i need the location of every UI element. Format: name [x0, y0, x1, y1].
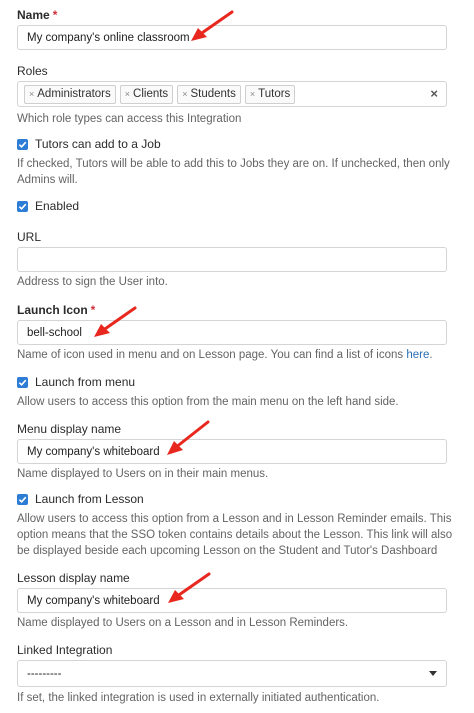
required-marker: *	[52, 8, 58, 22]
launch-menu-help: Allow users to access this option from t…	[17, 396, 399, 408]
clear-all-icon[interactable]: ×	[430, 86, 438, 101]
url-input[interactable]	[17, 247, 447, 272]
menu-display-input[interactable]: My company's whiteboard	[17, 439, 447, 464]
name-label: Name *	[17, 8, 58, 22]
linked-integration-label: Linked Integration	[17, 643, 113, 657]
menu-display-help: Name displayed to Users on in their main…	[17, 468, 269, 480]
linked-integration-help: If set, the linked integration is used i…	[17, 692, 380, 704]
icons-list-link[interactable]: here	[406, 349, 429, 361]
tag-remove-icon[interactable]: ×	[182, 89, 187, 99]
chevron-down-icon[interactable]	[429, 671, 437, 676]
lesson-display-input[interactable]: My company's whiteboard	[17, 588, 447, 613]
linked-integration-select[interactable]: ---------	[17, 660, 447, 687]
tag-remove-icon[interactable]: ×	[250, 89, 255, 99]
tutors-add-help: If checked, Tutors will be able to add t…	[17, 158, 450, 186]
url-label: URL	[17, 230, 42, 244]
role-tag-clients[interactable]: × Clients	[119, 84, 174, 104]
enabled-checkbox-row[interactable]: Enabled	[17, 199, 79, 213]
lesson-display-help: Name displayed to Users on a Lesson and …	[17, 617, 349, 629]
red-arrow-icon	[167, 420, 210, 455]
tag-remove-icon[interactable]: ×	[125, 89, 130, 99]
launch-menu-checkbox-row[interactable]: Launch from menu	[17, 375, 135, 389]
launch-lesson-checkbox-row[interactable]: Launch from Lesson	[17, 492, 144, 506]
launch-lesson-help: Allow users to access this option from a…	[17, 513, 453, 557]
red-arrow-icon	[94, 306, 137, 337]
menu-display-label: Menu display name	[17, 422, 122, 436]
red-arrow-icon	[168, 572, 211, 603]
launch-icon-input[interactable]: bell-school	[17, 320, 447, 345]
launch-icon-help: Name of icon used in menu and on Lesson …	[17, 349, 433, 361]
role-tag-tutors[interactable]: × Tutors	[244, 84, 296, 104]
role-tag-administrators[interactable]: × Administrators	[24, 84, 116, 104]
roles-label: Roles	[17, 64, 48, 78]
red-arrow-icon	[191, 10, 234, 41]
tutors-add-checkbox-row[interactable]: Tutors can add to a Job	[17, 137, 161, 151]
lesson-display-label: Lesson display name	[17, 571, 130, 585]
tag-remove-icon[interactable]: ×	[29, 89, 34, 99]
checkmark-icon[interactable]	[17, 493, 28, 505]
launch-icon-label: Launch Icon *	[17, 303, 96, 317]
roles-multiselect[interactable]: × Administrators × Clients × Students × Tuto…	[17, 81, 447, 107]
roles-help: Which role types can access this Integra…	[17, 113, 242, 125]
checkmark-icon[interactable]	[17, 376, 28, 388]
checkmark-icon[interactable]	[17, 200, 28, 212]
url-help: Address to sign the User into.	[17, 276, 168, 288]
checkmark-icon[interactable]	[17, 138, 28, 150]
role-tag-students[interactable]: × Students	[177, 84, 241, 104]
